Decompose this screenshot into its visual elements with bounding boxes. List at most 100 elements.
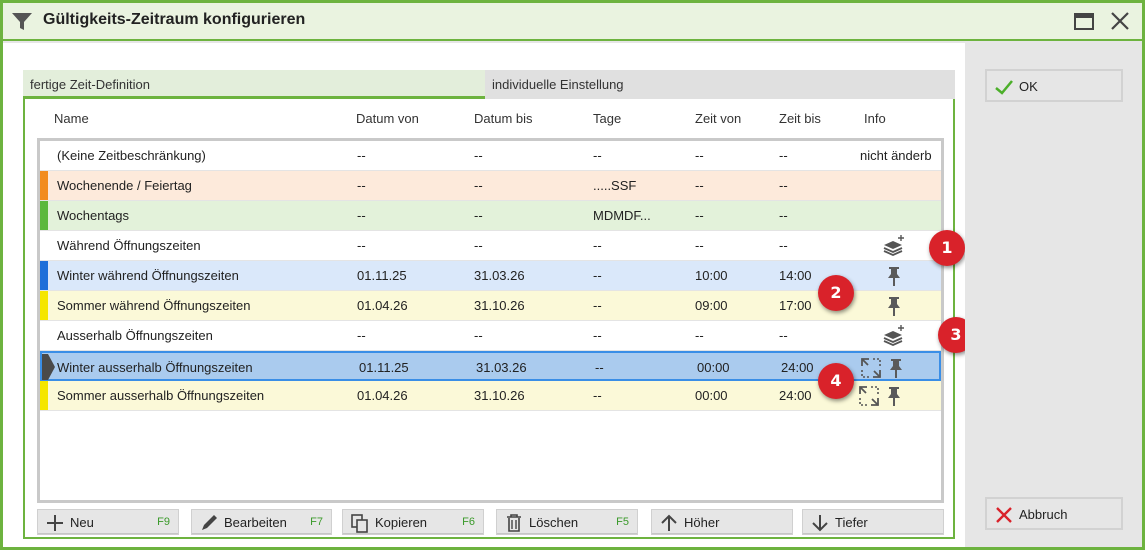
tiefer-button[interactable]: Tiefer: [802, 509, 944, 535]
cell-datum-von: --: [357, 178, 366, 193]
kopieren-shortcut: F6: [462, 516, 475, 528]
cell-zeit-von: 09:00: [695, 298, 728, 313]
layers-add-icon[interactable]: [882, 324, 906, 348]
loeschen-button[interactable]: Löschen F5: [496, 509, 638, 535]
cell-zeit-von: --: [695, 148, 704, 163]
copy-icon: [351, 514, 368, 533]
column-header-zeit-von[interactable]: Zeit von: [695, 111, 741, 126]
cell-datum-von: 01.04.26: [357, 388, 408, 403]
cell-zeit-bis: --: [779, 208, 788, 223]
cell-tage: --: [593, 148, 602, 163]
dialog-window: Gültigkeits-Zeitraum konfigurieren ferti…: [0, 0, 1145, 550]
arrow-down-icon: [812, 515, 828, 532]
bearbeiten-button-label: Bearbeiten: [224, 515, 287, 530]
table-row[interactable]: Winter während Öffnungszeiten 01.11.25 31.…: [40, 261, 941, 291]
cell-name: Wochentags: [57, 208, 130, 223]
pin-icon[interactable]: [882, 294, 906, 318]
window-title: Gültigkeits-Zeitraum konfigurieren: [43, 11, 306, 28]
arrow-up-icon: [661, 514, 677, 531]
cell-name: Wochenende / Feiertag: [57, 178, 192, 193]
cell-zeit-bis: --: [779, 238, 788, 253]
ok-button[interactable]: OK: [985, 69, 1123, 102]
cell-tage: .....SSF: [593, 178, 637, 193]
column-header-datum-bis[interactable]: Datum bis: [474, 111, 533, 126]
cell-zeit-von: 00:00: [695, 388, 728, 403]
table-row[interactable]: Wochentags -- -- MDMDF... -- --: [40, 201, 941, 231]
cell-datum-bis: --: [474, 208, 483, 223]
table-row-selected[interactable]: Winter ausserhalb Öffnungszeiten 01.11.25…: [40, 351, 941, 381]
abbruch-button[interactable]: Abbruch: [985, 497, 1123, 530]
cross-icon: [996, 507, 1012, 523]
column-header-zeit-bis[interactable]: Zeit bis: [779, 111, 821, 126]
table-row[interactable]: Sommer ausserhalb Öffnungszeiten 01.04.26…: [40, 381, 941, 411]
checkmark-icon: [995, 80, 1013, 95]
close-icon[interactable]: [1106, 9, 1134, 35]
cell-info: nicht änderb: [860, 148, 932, 163]
column-header-datum-von[interactable]: Datum von: [356, 111, 419, 126]
table-row[interactable]: (Keine Zeitbeschränkung) -- -- -- -- -- nicht …: [40, 141, 941, 171]
column-header-name[interactable]: Name: [54, 111, 89, 126]
cell-tage: --: [595, 360, 604, 375]
column-header-tage[interactable]: Tage: [593, 111, 621, 126]
neu-button-label: Neu: [70, 515, 94, 530]
annotation-badge-2: 2: [818, 275, 854, 311]
cell-datum-von: --: [357, 208, 366, 223]
time-definition-table: (Keine Zeitbeschränkung) -- -- -- -- -- nicht …: [37, 138, 944, 503]
pencil-icon: [202, 515, 217, 530]
table-row[interactable]: Wochenende / Feiertag -- -- .....SSF -- --: [40, 171, 941, 201]
tiefer-button-label: Tiefer: [835, 515, 868, 530]
cell-name: Sommer während Öffnungszeiten: [57, 298, 251, 313]
pin-icon[interactable]: [882, 384, 906, 408]
cell-datum-von: 01.04.26: [357, 298, 408, 313]
cell-name: Ausserhalb Öffnungszeiten: [57, 328, 213, 343]
cell-zeit-bis: --: [779, 148, 788, 163]
cell-datum-bis: 31.10.26: [474, 388, 525, 403]
table-row[interactable]: Ausserhalb Öffnungszeiten -- -- -- -- --: [40, 321, 941, 351]
pin-icon[interactable]: [884, 356, 908, 380]
cell-zeit-von: --: [695, 178, 704, 193]
cell-datum-bis: 31.03.26: [476, 360, 527, 375]
cell-datum-von: 01.11.25: [357, 268, 407, 283]
selection-arrow-icon: [42, 354, 55, 380]
cell-zeit-bis: --: [779, 328, 788, 343]
column-header-info[interactable]: Info: [864, 111, 886, 126]
hoeher-button-label: Höher: [684, 515, 720, 530]
cell-zeit-von: 00:00: [697, 360, 730, 375]
abbruch-button-label: Abbruch: [1019, 507, 1068, 522]
cell-datum-bis: --: [474, 178, 483, 193]
tab-fertige-zeit-definition[interactable]: fertige Zeit-Definition: [23, 70, 485, 99]
annotation-badge-4: 4: [818, 363, 854, 399]
cell-datum-von: 01.11.25: [359, 360, 409, 375]
cell-zeit-bis: 14:00: [779, 268, 812, 283]
cell-zeit-von: --: [695, 208, 704, 223]
cycle-icon[interactable]: [859, 356, 883, 380]
row-color-stripe: [40, 291, 48, 320]
row-color-stripe: [40, 261, 48, 290]
cell-name: Während Öffnungszeiten: [57, 238, 201, 253]
row-color-stripe: [40, 381, 48, 410]
table-row[interactable]: Sommer während Öffnungszeiten 01.04.26 31.…: [40, 291, 941, 321]
cell-name: (Keine Zeitbeschränkung): [57, 148, 206, 163]
hoeher-button[interactable]: Höher: [651, 509, 793, 535]
row-color-stripe: [40, 201, 48, 230]
kopieren-button[interactable]: Kopieren F6: [342, 509, 484, 535]
neu-button[interactable]: Neu F9: [37, 509, 179, 535]
cell-zeit-von: --: [695, 328, 704, 343]
cell-name: Winter ausserhalb Öffnungszeiten: [57, 360, 253, 375]
cell-datum-bis: --: [474, 238, 483, 253]
cell-datum-von: --: [357, 328, 366, 343]
loeschen-button-label: Löschen: [529, 515, 579, 530]
cell-tage: --: [593, 328, 602, 343]
cell-tage: --: [593, 298, 602, 313]
cell-datum-bis: --: [474, 148, 483, 163]
tab-individuelle-einstellung[interactable]: individuelle Einstellung: [485, 70, 955, 99]
layers-add-icon[interactable]: [882, 234, 906, 258]
pin-icon[interactable]: [882, 264, 906, 288]
bearbeiten-button[interactable]: Bearbeiten F7: [191, 509, 332, 535]
cycle-icon[interactable]: [857, 384, 881, 408]
cell-datum-bis: 31.03.26: [474, 268, 525, 283]
cell-datum-bis: --: [474, 328, 483, 343]
table-row[interactable]: Während Öffnungszeiten -- -- -- -- --: [40, 231, 941, 261]
cell-zeit-von: --: [695, 238, 704, 253]
maximize-icon[interactable]: [1070, 9, 1098, 35]
